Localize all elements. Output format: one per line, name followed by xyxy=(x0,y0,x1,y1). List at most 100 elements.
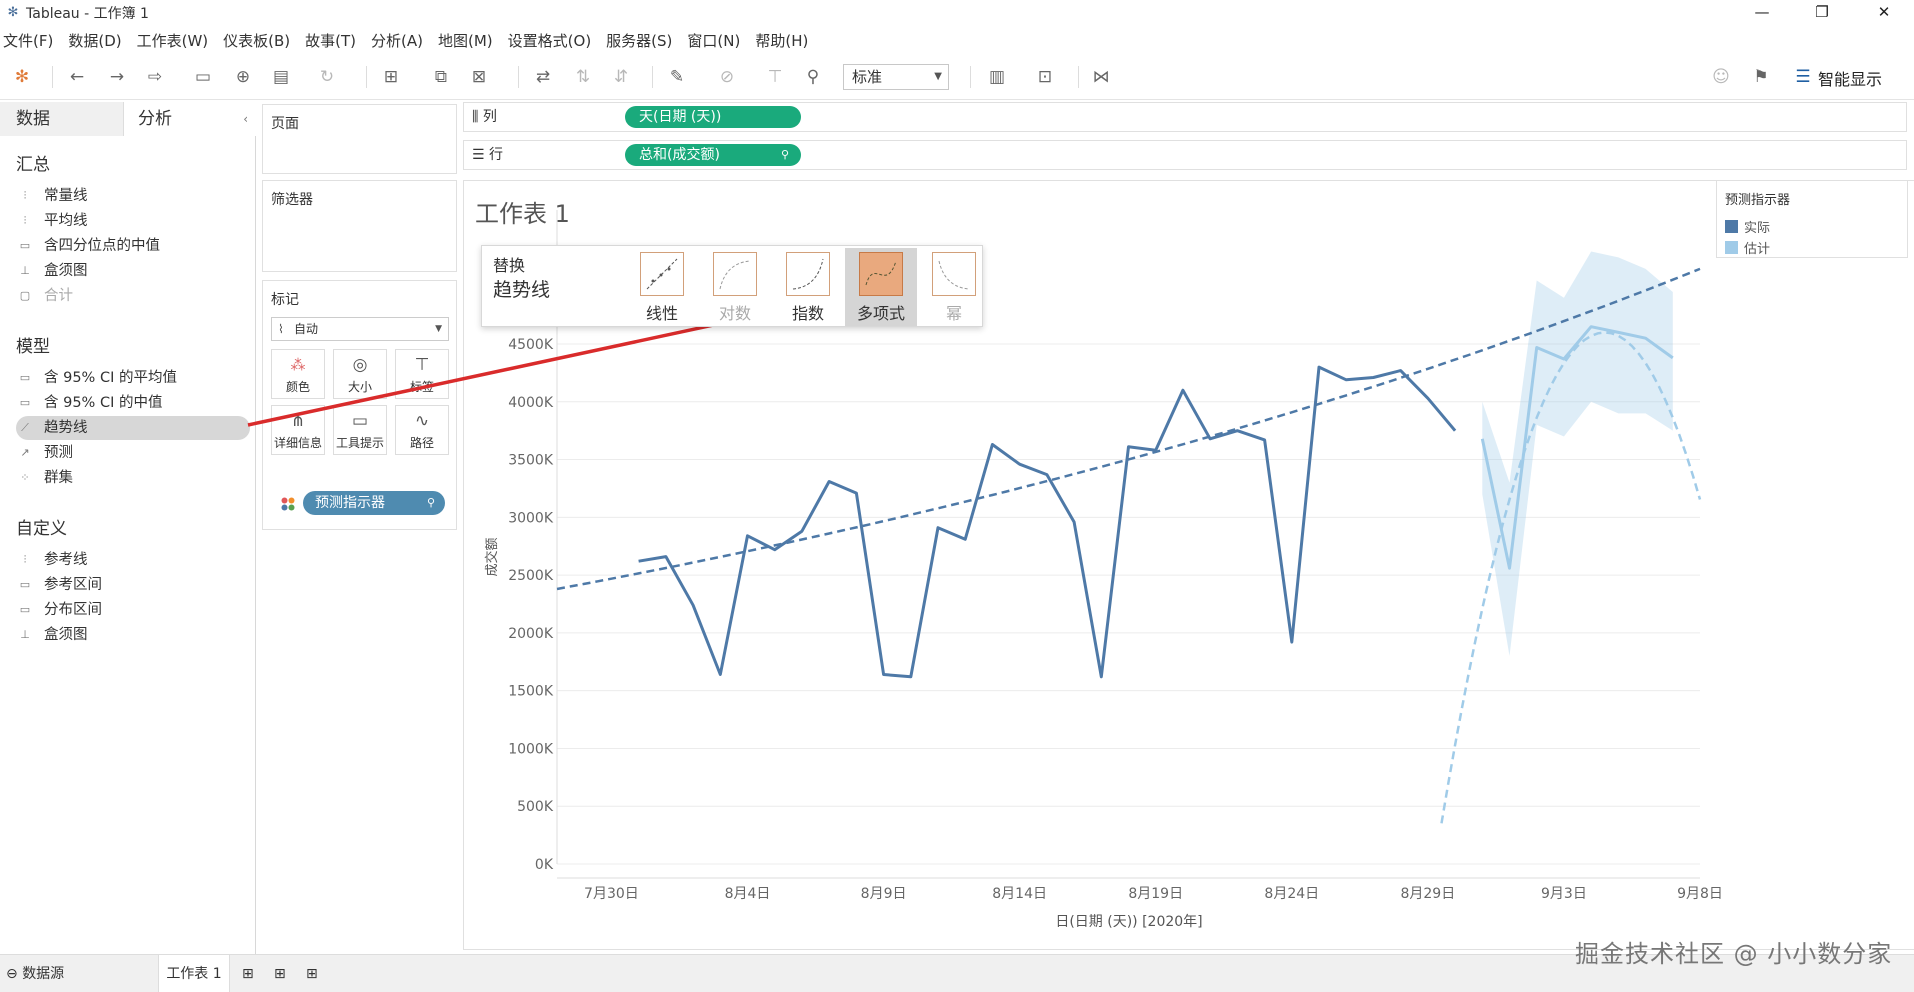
detail-button[interactable]: ⋔ 详细信息 xyxy=(271,405,325,455)
item-median-quartiles[interactable]: ▭ 含四分位点的中值 xyxy=(16,234,250,258)
pages-card[interactable]: 页面 xyxy=(262,104,457,174)
forecast-indicator-legend[interactable]: 预测指示器 实际 估计 xyxy=(1716,180,1908,258)
menu-story[interactable]: 故事(T) xyxy=(305,30,356,51)
pill-label: 天(日期 (天)) xyxy=(639,109,722,125)
replay-icon[interactable]: ⇨ xyxy=(142,64,168,90)
menu-dashboard[interactable]: 仪表板(B) xyxy=(223,30,290,51)
item-reference-line[interactable]: ⫶ 参考线 xyxy=(16,548,250,572)
item-average-ci[interactable]: ▭ 含 95% CI 的平均值 xyxy=(16,366,250,390)
legend-item-estimate[interactable]: 估计 xyxy=(1725,238,1770,257)
trendline-icon: ⟋ xyxy=(21,421,29,434)
color-button[interactable]: ⁂ 颜色 xyxy=(271,349,325,399)
tab-data[interactable]: 数据 xyxy=(0,102,124,136)
item-reference-band[interactable]: ▭ 参考区间 xyxy=(16,573,250,597)
rows-shelf[interactable]: ☰ 行 总和(成交额) ⚲ xyxy=(463,140,1907,170)
mark-type-select[interactable]: ⌇ 自动 ▼ xyxy=(271,317,449,341)
boxplot-icon: ⊥ xyxy=(20,628,30,641)
columns-pill[interactable]: 天(日期 (天)) xyxy=(625,106,801,128)
filters-card[interactable]: 筛选器 xyxy=(262,180,457,272)
sheet-title: 工作表 1 xyxy=(475,200,570,228)
ask-data-icon[interactable]: ☺ xyxy=(1708,64,1734,90)
menu-worksheet[interactable]: 工作表(W) xyxy=(137,30,209,51)
item-median-ci[interactable]: ▭ 含 95% CI 的中值 xyxy=(16,391,250,415)
sort-descending-icon[interactable]: ⇵ xyxy=(608,64,634,90)
highlight-icon[interactable]: ✎ xyxy=(664,64,690,90)
item-label: 含四分位点的中值 xyxy=(44,238,160,254)
tooltip-button[interactable]: ▭ 工具提示 xyxy=(333,405,387,455)
item-label: 常量线 xyxy=(44,188,88,204)
menu-file[interactable]: 文件(F) xyxy=(3,30,53,51)
columns-shelf[interactable]: ⫼ 列 天(日期 (天)) xyxy=(463,102,1907,132)
new-datasource-icon[interactable]: ⊕ xyxy=(230,64,256,90)
tab-analytics[interactable]: 分析 ‹ xyxy=(124,102,256,136)
item-box-plot-custom[interactable]: ⊥ 盒须图 xyxy=(16,623,250,647)
pin-icon[interactable]: ⚲ xyxy=(800,64,826,90)
rows-pill[interactable]: 总和(成交额) ⚲ xyxy=(625,144,801,166)
exponential-trend-icon xyxy=(786,252,830,296)
smart-show-icon[interactable]: ☰ xyxy=(1790,64,1816,90)
menu-map[interactable]: 地图(M) xyxy=(438,30,493,51)
legend-item-actual[interactable]: 实际 xyxy=(1725,217,1770,236)
minimize-icon[interactable]: — xyxy=(1742,0,1782,26)
item-distribution-band[interactable]: ▭ 分布区间 xyxy=(16,598,250,622)
clear-sheet-icon[interactable]: ⊠ xyxy=(466,64,492,90)
menu-help[interactable]: 帮助(H) xyxy=(755,30,808,51)
menu-server[interactable]: 服务器(S) xyxy=(606,30,672,51)
path-button-label: 路径 xyxy=(409,436,434,450)
datasource-tab[interactable]: ⊖ 数据源 xyxy=(6,955,64,992)
toolbar-separator xyxy=(366,66,367,88)
trend-option-linear[interactable]: 线性 xyxy=(626,248,698,326)
item-average-line[interactable]: ⫶ 平均线 xyxy=(16,209,250,233)
cluster-icon: ⁘ xyxy=(20,471,30,484)
explain-icon[interactable]: ⚑ xyxy=(1748,64,1774,90)
new-dashboard-tab-icon[interactable]: ⊞ xyxy=(274,955,286,992)
tableau-home-icon[interactable]: ✻ xyxy=(9,64,35,90)
sort-ascending-icon[interactable]: ⇅ xyxy=(570,64,596,90)
item-forecast[interactable]: ↗ 预测 xyxy=(16,441,250,465)
collapse-icon[interactable]: ‹ xyxy=(243,102,248,136)
new-worksheet-icon[interactable]: ⊞ xyxy=(378,64,404,90)
label-button[interactable]: ⊤ 标签 xyxy=(395,349,449,399)
close-icon[interactable]: ✕ xyxy=(1864,0,1904,26)
new-story-tab-icon[interactable]: ⊞ xyxy=(306,955,318,992)
menu-format[interactable]: 设置格式(O) xyxy=(508,30,592,51)
pin-icon: ⚲ xyxy=(780,148,789,161)
refresh-icon[interactable]: ↻ xyxy=(314,64,340,90)
item-box-plot[interactable]: ⊥ 盒须图 xyxy=(16,259,250,283)
refline-icon: ⫶ xyxy=(23,189,27,202)
presentation-icon[interactable]: ⊡ xyxy=(1032,64,1058,90)
swap-icon[interactable]: ⇄ xyxy=(530,64,556,90)
new-worksheet-tab-icon[interactable]: ⊞ xyxy=(242,955,254,992)
item-trend-line[interactable]: ⟋ 趋势线 xyxy=(16,416,250,440)
trend-option-polynomial[interactable]: 多项式 xyxy=(845,248,917,326)
fit-select[interactable]: 标准 ▼ xyxy=(843,64,949,90)
smart-show-label[interactable]: 智能显示 xyxy=(1818,66,1882,90)
path-button[interactable]: ∿ 路径 xyxy=(395,405,449,455)
menu-data[interactable]: 数据(D) xyxy=(68,30,121,51)
undo-icon[interactable]: ← xyxy=(64,64,90,90)
item-constant-line[interactable]: ⫶ 常量线 xyxy=(16,184,250,208)
label-icon[interactable]: ⊤ xyxy=(762,64,788,90)
duplicate-icon[interactable]: ⧉ xyxy=(428,64,454,90)
toolbar-separator xyxy=(652,66,653,88)
option-label: 线性 xyxy=(645,304,678,323)
forecast-indicator-pill[interactable]: 预测指示器 ⚲ xyxy=(303,491,445,515)
share-icon[interactable]: ⋈ xyxy=(1088,64,1114,90)
pause-updates-icon[interactable]: ▤ xyxy=(268,64,294,90)
window-title: Tableau - 工作簿 1 xyxy=(26,6,149,22)
detail-icon: ⋔ xyxy=(290,411,306,431)
menu-window[interactable]: 窗口(N) xyxy=(687,30,740,51)
text-label-icon: ⊤ xyxy=(414,355,430,375)
trend-option-exponential[interactable]: 指数 xyxy=(772,248,844,326)
restore-icon[interactable]: ❐ xyxy=(1802,0,1842,26)
redo-icon[interactable]: → xyxy=(104,64,130,90)
show-me-cards-icon[interactable]: ▥ xyxy=(984,64,1010,90)
pin-icon: ⚲ xyxy=(426,496,435,509)
item-cluster[interactable]: ⁘ 群集 xyxy=(16,466,250,490)
save-icon[interactable]: ▭ xyxy=(190,64,216,90)
size-button[interactable]: ◎ 大小 xyxy=(333,349,387,399)
menu-analysis[interactable]: 分析(A) xyxy=(371,30,423,51)
group-icon[interactable]: ⊘ xyxy=(714,64,740,90)
detail-button-label: 详细信息 xyxy=(273,436,322,450)
sheet-tab-1[interactable]: 工作表 1 xyxy=(158,955,230,992)
